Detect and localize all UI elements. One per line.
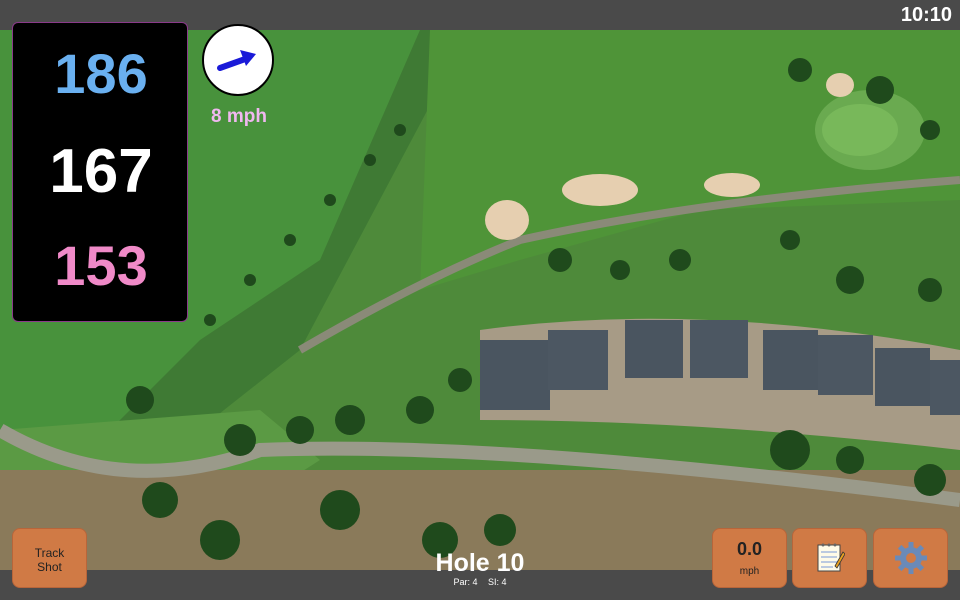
hole-title: Hole 10 xyxy=(435,549,525,577)
wind-speed-label: 8 mph xyxy=(211,106,267,127)
wind-direction-dial xyxy=(202,24,274,96)
distance-back: 186 xyxy=(54,42,148,105)
distance-middle: 167 xyxy=(49,137,153,206)
settings-button[interactable] xyxy=(873,528,948,588)
notepad-icon xyxy=(817,543,845,572)
speed-button[interactable]: 0.0 mph xyxy=(712,528,787,588)
track-shot-button[interactable]: Track Shot xyxy=(12,528,87,588)
speed-value: 0.0 xyxy=(736,539,763,559)
hole-par: Par: 4 xyxy=(453,577,478,587)
clock: 10:10 xyxy=(900,4,952,26)
track-shot-label-line1: Track xyxy=(34,546,65,560)
speed-unit: mph xyxy=(739,566,760,577)
hole-stroke-index: SI: 4 xyxy=(488,577,507,587)
distance-front: 153 xyxy=(54,234,148,297)
distance-panel: 186 167 153 xyxy=(12,22,188,322)
notes-button[interactable] xyxy=(792,528,867,588)
hole-info: Par: 4 SI: 4 xyxy=(380,577,580,587)
gear-icon xyxy=(894,542,927,574)
wind-direction-arrow-icon xyxy=(217,50,256,71)
track-shot-label-line2: Shot xyxy=(37,560,62,574)
